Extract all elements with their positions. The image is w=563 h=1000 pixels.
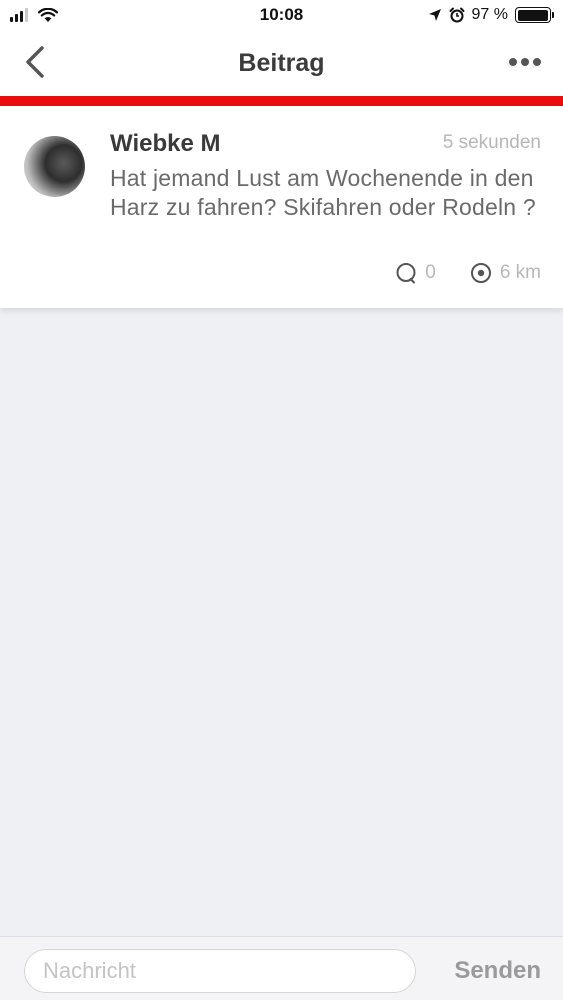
alarm-icon	[449, 7, 465, 23]
back-button[interactable]	[20, 44, 50, 80]
avatar[interactable]	[24, 136, 85, 197]
post-meta: 0 6 km	[395, 262, 541, 284]
status-left	[10, 7, 58, 23]
accent-divider	[0, 96, 563, 106]
location-arrow-icon	[428, 9, 441, 21]
wifi-icon	[38, 7, 58, 22]
status-bar: 10:08 97 %	[0, 0, 563, 30]
nav-bar: Beitrag	[0, 30, 563, 96]
comments-count: 0	[395, 262, 436, 284]
send-button[interactable]: Senden	[454, 949, 541, 993]
battery-percent: 97 %	[471, 6, 508, 23]
author-name[interactable]: Wiebke M	[110, 130, 220, 158]
battery-icon	[515, 7, 554, 23]
comment-bubble-icon	[396, 263, 416, 284]
message-input[interactable]	[24, 949, 416, 993]
post-card: Wiebke M 5 sekunden Hat jemand Lust am W…	[0, 106, 563, 308]
battery-fill	[517, 9, 548, 21]
distance: 6 km	[470, 262, 541, 284]
status-right: 97 %	[428, 6, 554, 24]
more-dots-icon	[509, 58, 541, 66]
location-target-icon	[470, 263, 491, 283]
post-time: 5 sekunden	[442, 132, 541, 153]
distance-value: 6 km	[499, 262, 541, 283]
chevron-left-icon	[26, 46, 44, 78]
comments-count-value: 0	[425, 262, 436, 283]
more-button[interactable]	[507, 48, 543, 76]
message-composer: Senden	[0, 936, 563, 1000]
page-title: Beitrag	[238, 48, 325, 77]
post-text: Hat jemand Lust am Wochenende in den Har…	[110, 165, 536, 220]
signal-icon	[10, 8, 28, 22]
